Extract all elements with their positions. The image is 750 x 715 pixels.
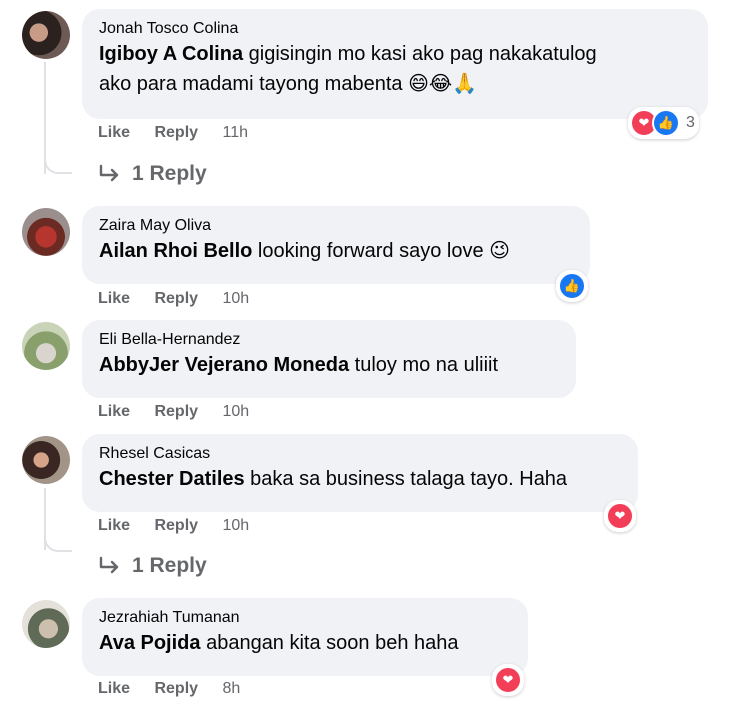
comment-text-line: ako para madami tayong mabenta 😄😂🙏	[99, 73, 478, 95]
timestamp: 10h	[222, 403, 250, 420]
comment-text: Ava Pojida abangan kita soon beh haha	[99, 628, 512, 658]
comment-author[interactable]: Jezrahiah Tumanan	[99, 608, 512, 628]
comment-text-line: tuloy mo na uliiit	[349, 354, 499, 376]
reply-button[interactable]: Reply	[154, 290, 198, 307]
avatar[interactable]	[22, 436, 70, 484]
reply-button[interactable]: Reply	[154, 680, 198, 697]
mention-link[interactable]: Igiboy A Colina	[99, 43, 243, 65]
view-replies-label: 1 Reply	[132, 554, 207, 577]
avatar[interactable]	[22, 600, 70, 648]
love-reaction-icon: ❤	[494, 666, 522, 694]
timestamp: 10h	[222, 517, 250, 534]
like-button[interactable]: Like	[98, 124, 130, 141]
comment-actions: Like Reply 10h	[98, 290, 269, 308]
reply-arrow-icon	[99, 164, 119, 182]
mention-link[interactable]: AbbyJer Vejerano Moneda	[99, 354, 349, 376]
comment-actions: Like Reply 10h	[98, 517, 269, 535]
comment-bubble: Zaira May Oliva Ailan Rhoi Bello looking…	[82, 206, 590, 284]
reactions-summary[interactable]: ❤	[604, 500, 636, 532]
timestamp: 10h	[222, 290, 250, 307]
like-button[interactable]: Like	[98, 403, 130, 420]
comment-bubble: Jezrahiah Tumanan Ava Pojida abangan kit…	[82, 598, 528, 676]
comment-text: AbbyJer Vejerano Moneda tuloy mo na ulii…	[99, 350, 560, 380]
comment-text-line: looking forward sayo love 😉	[252, 240, 510, 262]
comment-actions: Like Reply 8h	[98, 680, 260, 698]
like-reaction-icon: 👍	[558, 272, 586, 300]
love-reaction-icon: ❤	[606, 502, 634, 530]
thread-connector	[44, 530, 72, 552]
mention-link[interactable]: Ava Pojida	[99, 632, 201, 654]
reaction-count: 3	[686, 114, 695, 131]
mention-link[interactable]: Chester Datiles	[99, 468, 245, 490]
like-button[interactable]: Like	[98, 290, 130, 307]
comment-bubble: Jonah Tosco Colina Igiboy A Colina gigis…	[82, 9, 708, 119]
comment-author[interactable]: Zaira May Oliva	[99, 216, 574, 236]
like-button[interactable]: Like	[98, 517, 130, 534]
like-button[interactable]: Like	[98, 680, 130, 697]
reply-arrow-icon	[99, 556, 119, 574]
comment-bubble: Rhesel Casicas Chester Datiles baka sa b…	[82, 434, 638, 512]
like-reaction-icon: 👍	[652, 109, 680, 137]
view-replies-link[interactable]: 1 Reply	[98, 162, 207, 186]
view-replies-link[interactable]: 1 Reply	[98, 554, 207, 578]
comment-actions: Like Reply 10h	[98, 403, 269, 421]
reactions-summary[interactable]: ❤ 👍 3	[628, 107, 699, 139]
avatar[interactable]	[22, 11, 70, 59]
thread-connector	[44, 152, 72, 174]
reactions-summary[interactable]: ❤	[492, 664, 524, 696]
mention-link[interactable]: Ailan Rhoi Bello	[99, 240, 252, 262]
timestamp: 11h	[222, 124, 249, 141]
comment-text: Igiboy A Colina gigisingin mo kasi ako p…	[99, 39, 692, 99]
avatar[interactable]	[22, 208, 70, 256]
reply-button[interactable]: Reply	[154, 517, 198, 534]
comment-actions: Like Reply 11h	[98, 124, 268, 142]
comment-author[interactable]: Eli Bella-Hernandez	[99, 330, 560, 350]
comment-text: Chester Datiles baka sa business talaga …	[99, 464, 622, 494]
comment-text: Ailan Rhoi Bello looking forward sayo lo…	[99, 236, 574, 266]
comment-author[interactable]: Jonah Tosco Colina	[99, 19, 692, 39]
comment-text-line: baka sa business talaga tayo. Haha	[244, 468, 568, 490]
reactions-summary[interactable]: 👍	[556, 270, 588, 302]
reply-button[interactable]: Reply	[154, 124, 198, 141]
view-replies-label: 1 Reply	[132, 162, 207, 185]
timestamp: 8h	[222, 680, 241, 697]
comment-bubble: Eli Bella-Hernandez AbbyJer Vejerano Mon…	[82, 320, 576, 398]
avatar[interactable]	[22, 322, 70, 370]
comment-text-line: gigisingin mo kasi ako pag nakakatulog	[243, 43, 597, 65]
reply-button[interactable]: Reply	[154, 403, 198, 420]
comment-author[interactable]: Rhesel Casicas	[99, 444, 622, 464]
comment-text-line: abangan kita soon beh haha	[200, 632, 459, 654]
